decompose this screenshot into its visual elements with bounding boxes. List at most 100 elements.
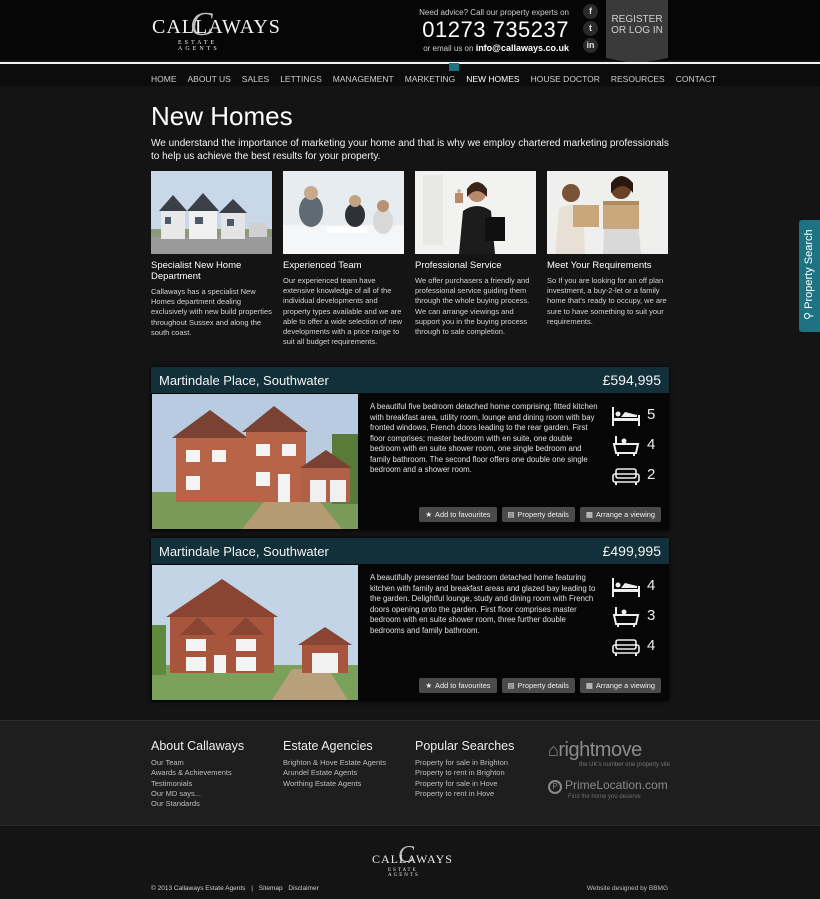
footer-heading: Popular Searches bbox=[415, 739, 515, 753]
footer-link-awards[interactable]: Awards & Achievements bbox=[151, 768, 244, 778]
register-login-button[interactable]: REGISTER OR LOG IN bbox=[606, 0, 668, 64]
primelocation-text: PrimeLocation.com bbox=[565, 778, 668, 792]
receptions-count: 2 bbox=[647, 466, 656, 483]
arrange-viewing-button[interactable]: ▦ Arrange a viewing bbox=[579, 678, 661, 693]
property-photo[interactable] bbox=[152, 394, 358, 529]
logo-main-text: CALLAWAYS bbox=[152, 16, 281, 38]
nav-item-sales[interactable]: SALES bbox=[242, 74, 269, 84]
property-stats: 5 4 2 bbox=[611, 405, 661, 495]
email-link[interactable]: info@callaways.co.uk bbox=[476, 43, 569, 53]
email-prefix: or email us on bbox=[423, 44, 474, 53]
rightmove-house-icon: ⌂ bbox=[548, 740, 559, 760]
feature-title: Professional Service bbox=[415, 260, 502, 271]
feature-text: Our experienced team have extensive know… bbox=[283, 276, 403, 347]
property-card[interactable]: Martindale Place, Southwater £499,995 A … bbox=[151, 538, 669, 701]
property-name[interactable]: Martindale Place, Southwater bbox=[159, 544, 329, 559]
sofa-icon bbox=[612, 468, 640, 485]
disclaimer-link[interactable]: Disclaimer bbox=[288, 885, 318, 892]
property-card[interactable]: Martindale Place, Southwater £594,995 A … bbox=[151, 367, 669, 530]
twitter-icon[interactable]: t bbox=[583, 21, 598, 36]
footer-logo[interactable]: C CALLAWAYS ESTATE AGENTS bbox=[372, 842, 453, 878]
contact-block: Need advice? Call our property experts o… bbox=[419, 8, 569, 53]
bathrooms-count: 4 bbox=[647, 436, 656, 453]
footer-link-rent-brighton[interactable]: Property to rent in Brighton bbox=[415, 768, 514, 778]
footer-link-brighton-hove[interactable]: Brighton & Hove Estate Agents bbox=[283, 758, 386, 768]
star-icon: ★ bbox=[425, 681, 433, 690]
bottom-bar: C CALLAWAYS ESTATE AGENTS © 2013 Callawa… bbox=[0, 825, 820, 899]
bathrooms-stat: 4 bbox=[611, 435, 661, 465]
bed-icon bbox=[612, 407, 640, 426]
footer-link-sale-hove[interactable]: Property for sale in Hove bbox=[415, 779, 514, 789]
footer-heading: Estate Agencies bbox=[283, 739, 373, 753]
bed-icon bbox=[612, 578, 640, 597]
star-icon: ★ bbox=[425, 510, 433, 519]
footer-about: About Callaways Our Team Awards & Achiev… bbox=[151, 739, 244, 809]
nav-item-about[interactable]: ABOUT US bbox=[188, 74, 231, 84]
property-details-button[interactable]: ▤ Property details bbox=[501, 678, 575, 693]
footer-link-worthing[interactable]: Worthing Estate Agents bbox=[283, 779, 386, 789]
rightmove-tagline: the UK's number one property site bbox=[579, 762, 670, 768]
property-header: Martindale Place, Southwater £594,995 bbox=[151, 367, 669, 393]
receptions-stat: 4 bbox=[611, 636, 661, 666]
footer-link-sale-brighton[interactable]: Property for sale in Brighton bbox=[415, 758, 514, 768]
nav-item-marketing[interactable]: MARKETING bbox=[405, 74, 456, 84]
social-links: f t in bbox=[583, 4, 599, 55]
phone-number[interactable]: 01273 735237 bbox=[419, 17, 569, 43]
property-header: Martindale Place, Southwater £499,995 bbox=[151, 538, 669, 564]
feature-specialist: Specialist New Home Department Callaways… bbox=[151, 171, 272, 338]
callaways-logo[interactable]: C CALLAWAYS ESTATE AGENTS bbox=[152, 6, 280, 52]
nav-item-resources[interactable]: RESOURCES bbox=[611, 74, 665, 84]
feature-requirements: Meet Your Requirements So If you are loo… bbox=[547, 171, 668, 327]
sofa-icon bbox=[612, 639, 640, 656]
feature-experienced: Experienced Team Our experienced team ha… bbox=[283, 171, 404, 347]
footer-searches: Popular Searches Property for sale in Br… bbox=[415, 739, 514, 799]
bath-icon bbox=[612, 607, 640, 627]
footer-link-standards[interactable]: Our Standards bbox=[151, 799, 244, 809]
property-description: A beautiful five bedroom detached home c… bbox=[370, 402, 598, 474]
list-icon: ▤ bbox=[507, 510, 515, 519]
sitemap-link[interactable]: Sitemap bbox=[259, 885, 283, 892]
bath-icon bbox=[612, 436, 640, 456]
footer: About Callaways Our Team Awards & Achiev… bbox=[0, 720, 820, 825]
footer-link-arundel[interactable]: Arundel Estate Agents bbox=[283, 768, 386, 778]
property-photo[interactable] bbox=[152, 565, 358, 700]
property-search-tab[interactable]: ⚲ Property Search bbox=[799, 220, 820, 332]
add-to-favourites-button[interactable]: ★ Add to favourites bbox=[419, 507, 497, 522]
footer-logo-main: CALLAWAYS bbox=[372, 852, 453, 866]
property-name[interactable]: Martindale Place, Southwater bbox=[159, 373, 329, 388]
linkedin-icon[interactable]: in bbox=[583, 38, 598, 53]
logo-sub-text: ESTATE AGENTS bbox=[178, 40, 220, 52]
designer-credit[interactable]: Website designed by BBMG bbox=[587, 885, 668, 892]
moving-boxes-photo bbox=[547, 171, 668, 254]
property-search-label: Property Search bbox=[803, 229, 815, 309]
feature-title: Specialist New Home Department bbox=[151, 260, 242, 282]
footer-link-rent-hove[interactable]: Property to rent in Hove bbox=[415, 789, 514, 799]
footer-heading: About Callaways bbox=[151, 739, 245, 753]
property-stats: 4 3 4 bbox=[611, 576, 661, 666]
footer-link-testimonials[interactable]: Testimonials bbox=[151, 779, 244, 789]
nav-item-home[interactable]: HOME bbox=[151, 74, 177, 84]
nav-item-new-homes[interactable]: NEW HOMES bbox=[466, 74, 519, 84]
nav-item-management[interactable]: MANAGEMENT bbox=[333, 74, 394, 84]
feature-text: We offer purchasers a friendly and profe… bbox=[415, 276, 530, 337]
property-price: £499,995 bbox=[602, 543, 661, 559]
feature-title: Meet Your Requirements bbox=[547, 260, 652, 271]
nav-item-lettings[interactable]: LETTINGS bbox=[280, 74, 322, 84]
footer-link-our-team[interactable]: Our Team bbox=[151, 758, 244, 768]
houses-photo bbox=[151, 171, 272, 254]
footer-link-md-says[interactable]: Our MD says... bbox=[151, 789, 244, 799]
facebook-icon[interactable]: f bbox=[583, 4, 598, 19]
calendar-icon: ▦ bbox=[585, 681, 593, 690]
nav-item-contact[interactable]: CONTACT bbox=[676, 74, 716, 84]
agent-keys-photo bbox=[415, 171, 536, 254]
rightmove-logo[interactable]: ⌂rightmove the UK's number one property … bbox=[548, 739, 670, 768]
main-nav: HOME ABOUT US SALES LETTINGS MANAGEMENT … bbox=[0, 62, 820, 86]
nav-item-house-doctor[interactable]: HOUSE DOCTOR bbox=[531, 74, 600, 84]
arrange-viewing-button[interactable]: ▦ Arrange a viewing bbox=[579, 507, 661, 522]
primelocation-logo[interactable]: P PrimeLocation.com Find the home you des… bbox=[548, 778, 670, 800]
add-to-favourites-button[interactable]: ★ Add to favourites bbox=[419, 678, 497, 693]
property-description: A beautifully presented four bedroom det… bbox=[370, 573, 596, 635]
advice-text: Need advice? Call our property experts o… bbox=[419, 8, 569, 17]
copyright-text: © 2013 Callaways Estate Agents bbox=[151, 885, 246, 892]
property-details-button[interactable]: ▤ Property details bbox=[501, 507, 575, 522]
